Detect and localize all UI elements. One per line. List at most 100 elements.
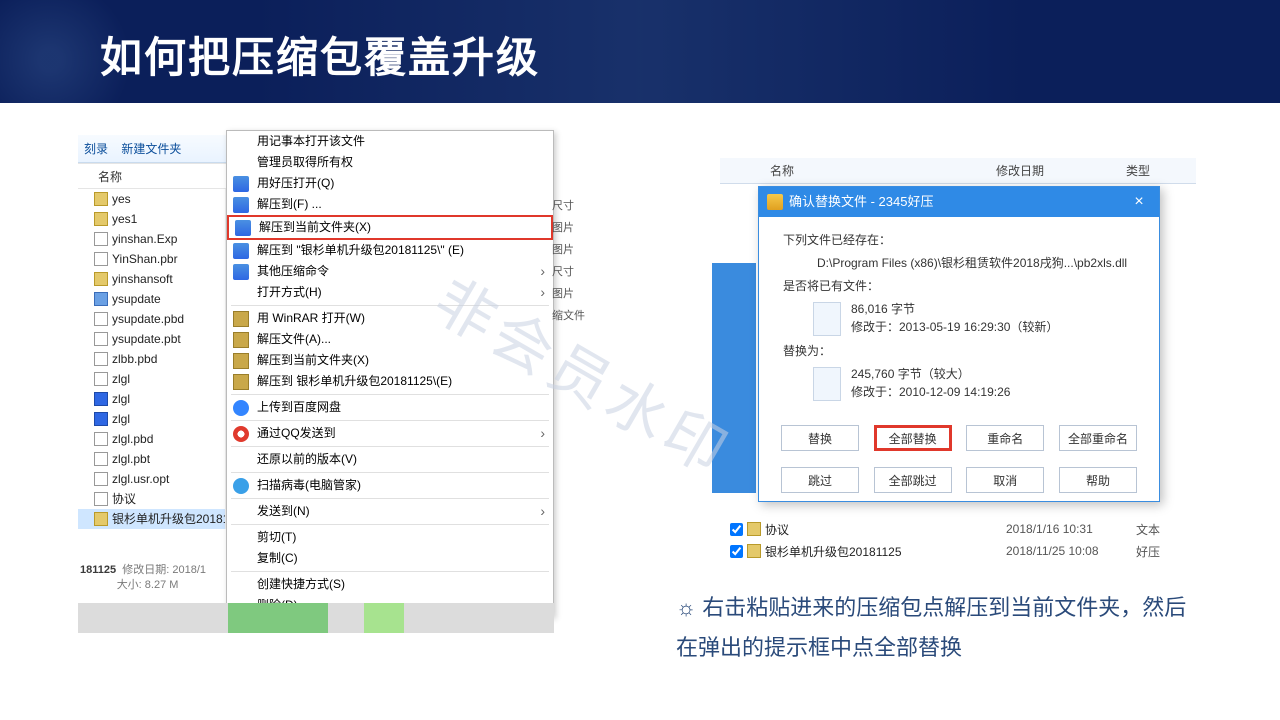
menu-item[interactable]: 解压到 "银杉单机升级包20181125\" (E) bbox=[227, 240, 553, 261]
dlg-button[interactable]: 替换 bbox=[781, 425, 859, 451]
menu-icon bbox=[233, 243, 249, 259]
progress-sidebar: % bbox=[712, 263, 756, 493]
menu-item[interactable]: 剪切(T) bbox=[227, 527, 553, 548]
col-name[interactable]: 名称 bbox=[720, 162, 996, 179]
file-name: zlgl bbox=[112, 369, 130, 389]
file-row[interactable]: zlbb.pbd bbox=[78, 349, 225, 369]
button-row-2: 跳过全部跳过取消帮助 bbox=[759, 459, 1159, 501]
menu-item[interactable]: 复制(C) bbox=[227, 548, 553, 569]
file-icon bbox=[94, 392, 108, 406]
instruction-text: 右击粘贴进来的压缩包点解压到当前文件夹，然后在弹出的提示框中点全部替换 bbox=[676, 588, 1206, 668]
dlg-path: D:\Program Files (x86)\银杉租赁软件2018戌狗...\p… bbox=[783, 254, 1135, 271]
dlg-button[interactable]: 全部重命名 bbox=[1059, 425, 1137, 451]
menu-item[interactable]: 打开方式(H) bbox=[227, 282, 553, 303]
file-row[interactable]: yinshan.Exp bbox=[78, 229, 225, 249]
existing-date: 修改于：2013-05-19 16:29:30（较新） bbox=[851, 318, 1058, 336]
menu-icon bbox=[233, 400, 249, 416]
menu-item[interactable]: 解压到当前文件夹(X) bbox=[227, 350, 553, 371]
menu-item[interactable]: 管理员取得所有权 bbox=[227, 152, 553, 173]
file-name: yes1 bbox=[112, 209, 137, 229]
menu-item[interactable]: 还原以前的版本(V) bbox=[227, 449, 553, 470]
menu-item[interactable]: 其他压缩命令 bbox=[227, 261, 553, 282]
menu-icon bbox=[233, 426, 249, 442]
file-row[interactable]: zlgl bbox=[78, 369, 225, 389]
menu-icon bbox=[233, 478, 249, 494]
file-row[interactable]: yes bbox=[78, 189, 225, 209]
right-file-rows: 协议2018/1/16 10:31文本 银杉单机升级包201811252018/… bbox=[720, 518, 1196, 562]
dlg-button[interactable]: 全部替换 bbox=[874, 425, 952, 451]
file-row[interactable]: zlgl bbox=[78, 389, 225, 409]
selection-details: 181125 修改日期: 2018/1 大小: 8.27 M bbox=[80, 563, 206, 593]
menu-icon bbox=[235, 220, 251, 236]
close-icon[interactable]: × bbox=[1119, 187, 1159, 217]
dlg-button[interactable]: 重命名 bbox=[966, 425, 1044, 451]
button-row-1: 替换全部替换重命名全部重命名 bbox=[759, 417, 1159, 459]
file-row[interactable]: yinshansoft bbox=[78, 269, 225, 289]
menu-item[interactable]: 用记事本打开该文件 bbox=[227, 131, 553, 152]
file-row[interactable]: 银杉单机升级包20181 bbox=[78, 509, 225, 529]
file-icon bbox=[94, 352, 108, 366]
dlg-button[interactable]: 帮助 bbox=[1059, 467, 1137, 493]
file-row[interactable]: zlgl bbox=[78, 409, 225, 429]
file-name: zlgl bbox=[112, 389, 130, 409]
menu-item[interactable]: 解压到(F) ... bbox=[227, 194, 553, 215]
menu-item[interactable]: 解压到 银杉单机升级包20181125\(E) bbox=[227, 371, 553, 392]
file-icon bbox=[94, 272, 108, 286]
row-check[interactable] bbox=[730, 523, 743, 536]
file-icon bbox=[94, 372, 108, 386]
file-name: zlbb.pbd bbox=[112, 349, 157, 369]
file-row[interactable]: zlgl.pbd bbox=[78, 429, 225, 449]
menu-item[interactable]: 用 WinRAR 打开(W) bbox=[227, 308, 553, 329]
file-icon bbox=[813, 302, 841, 336]
dlg-button[interactable]: 取消 bbox=[966, 467, 1044, 493]
dlg-button[interactable]: 跳过 bbox=[781, 467, 859, 493]
file-row[interactable]: ysupdate.pbd bbox=[78, 309, 225, 329]
row-check[interactable] bbox=[730, 545, 743, 558]
menu-icon bbox=[233, 311, 249, 327]
col-type[interactable]: 类型 bbox=[1126, 162, 1150, 179]
menu-item[interactable]: 用好压打开(Q) bbox=[227, 173, 553, 194]
file-icon bbox=[94, 492, 108, 506]
dialog-body: 下列文件已经存在： D:\Program Files (x86)\银杉租赁软件2… bbox=[759, 217, 1159, 417]
file-icon bbox=[94, 192, 108, 206]
menu-item[interactable]: 创建快捷方式(S) bbox=[227, 574, 553, 595]
menu-item[interactable]: 发送到(N) bbox=[227, 501, 553, 522]
file-list: yesyes1yinshan.ExpYinShan.pbryinshansoft… bbox=[78, 189, 226, 529]
file-name: yinshan.Exp bbox=[112, 229, 177, 249]
dlg-button[interactable]: 全部跳过 bbox=[874, 467, 952, 493]
file-icon bbox=[94, 472, 108, 486]
file-name: ysupdate bbox=[112, 289, 161, 309]
file-name: zlgl bbox=[112, 409, 130, 429]
menu-item[interactable]: 解压文件(A)... bbox=[227, 329, 553, 350]
file-row[interactable]: zlgl.usr.opt bbox=[78, 469, 225, 489]
file-row[interactable]: ysupdate bbox=[78, 289, 225, 309]
toolbar-burn[interactable]: 刻录 bbox=[84, 142, 108, 156]
toolbar-newfolder[interactable]: 新建文件夹 bbox=[121, 142, 181, 156]
detail-size: 大小: 8.27 M bbox=[117, 579, 179, 591]
file-row[interactable]: zlgl.pbt bbox=[78, 449, 225, 469]
file-icon bbox=[813, 367, 841, 401]
menu-icon bbox=[233, 353, 249, 369]
context-menu[interactable]: 用记事本打开该文件管理员取得所有权用好压打开(Q)解压到(F) ...解压到当前… bbox=[226, 130, 554, 617]
list-item[interactable]: 银杉单机升级包201811252018/11/25 10:08好压 bbox=[720, 540, 1196, 562]
existing-size: 86,016 字节 bbox=[851, 300, 1058, 318]
screenshot-explorer: 刻录 新建文件夹 名称 yesyes1yinshan.ExpYinShan.pb… bbox=[78, 135, 554, 633]
detail-date: 修改日期: 2018/1 bbox=[122, 564, 206, 576]
menu-item[interactable]: 通过QQ发送到 bbox=[227, 423, 553, 444]
menu-icon bbox=[233, 374, 249, 390]
file-row[interactable]: yes1 bbox=[78, 209, 225, 229]
file-name: zlgl.pbt bbox=[112, 449, 150, 469]
file-row[interactable]: ysupdate.pbt bbox=[78, 329, 225, 349]
col-date[interactable]: 修改日期 bbox=[996, 162, 1126, 179]
dlg-line3: 替换为： bbox=[783, 342, 1135, 359]
list-item[interactable]: 协议2018/1/16 10:31文本 bbox=[720, 518, 1196, 540]
file-icon bbox=[94, 432, 108, 446]
file-icon bbox=[94, 512, 108, 526]
file-icon bbox=[94, 252, 108, 266]
file-row[interactable]: 协议 bbox=[78, 489, 225, 509]
menu-item[interactable]: 上传到百度网盘 bbox=[227, 397, 553, 418]
menu-item[interactable]: 扫描病毒(电脑管家) bbox=[227, 475, 553, 496]
file-row[interactable]: YinShan.pbr bbox=[78, 249, 225, 269]
file-icon bbox=[747, 544, 761, 558]
menu-item[interactable]: 解压到当前文件夹(X) bbox=[227, 215, 553, 240]
